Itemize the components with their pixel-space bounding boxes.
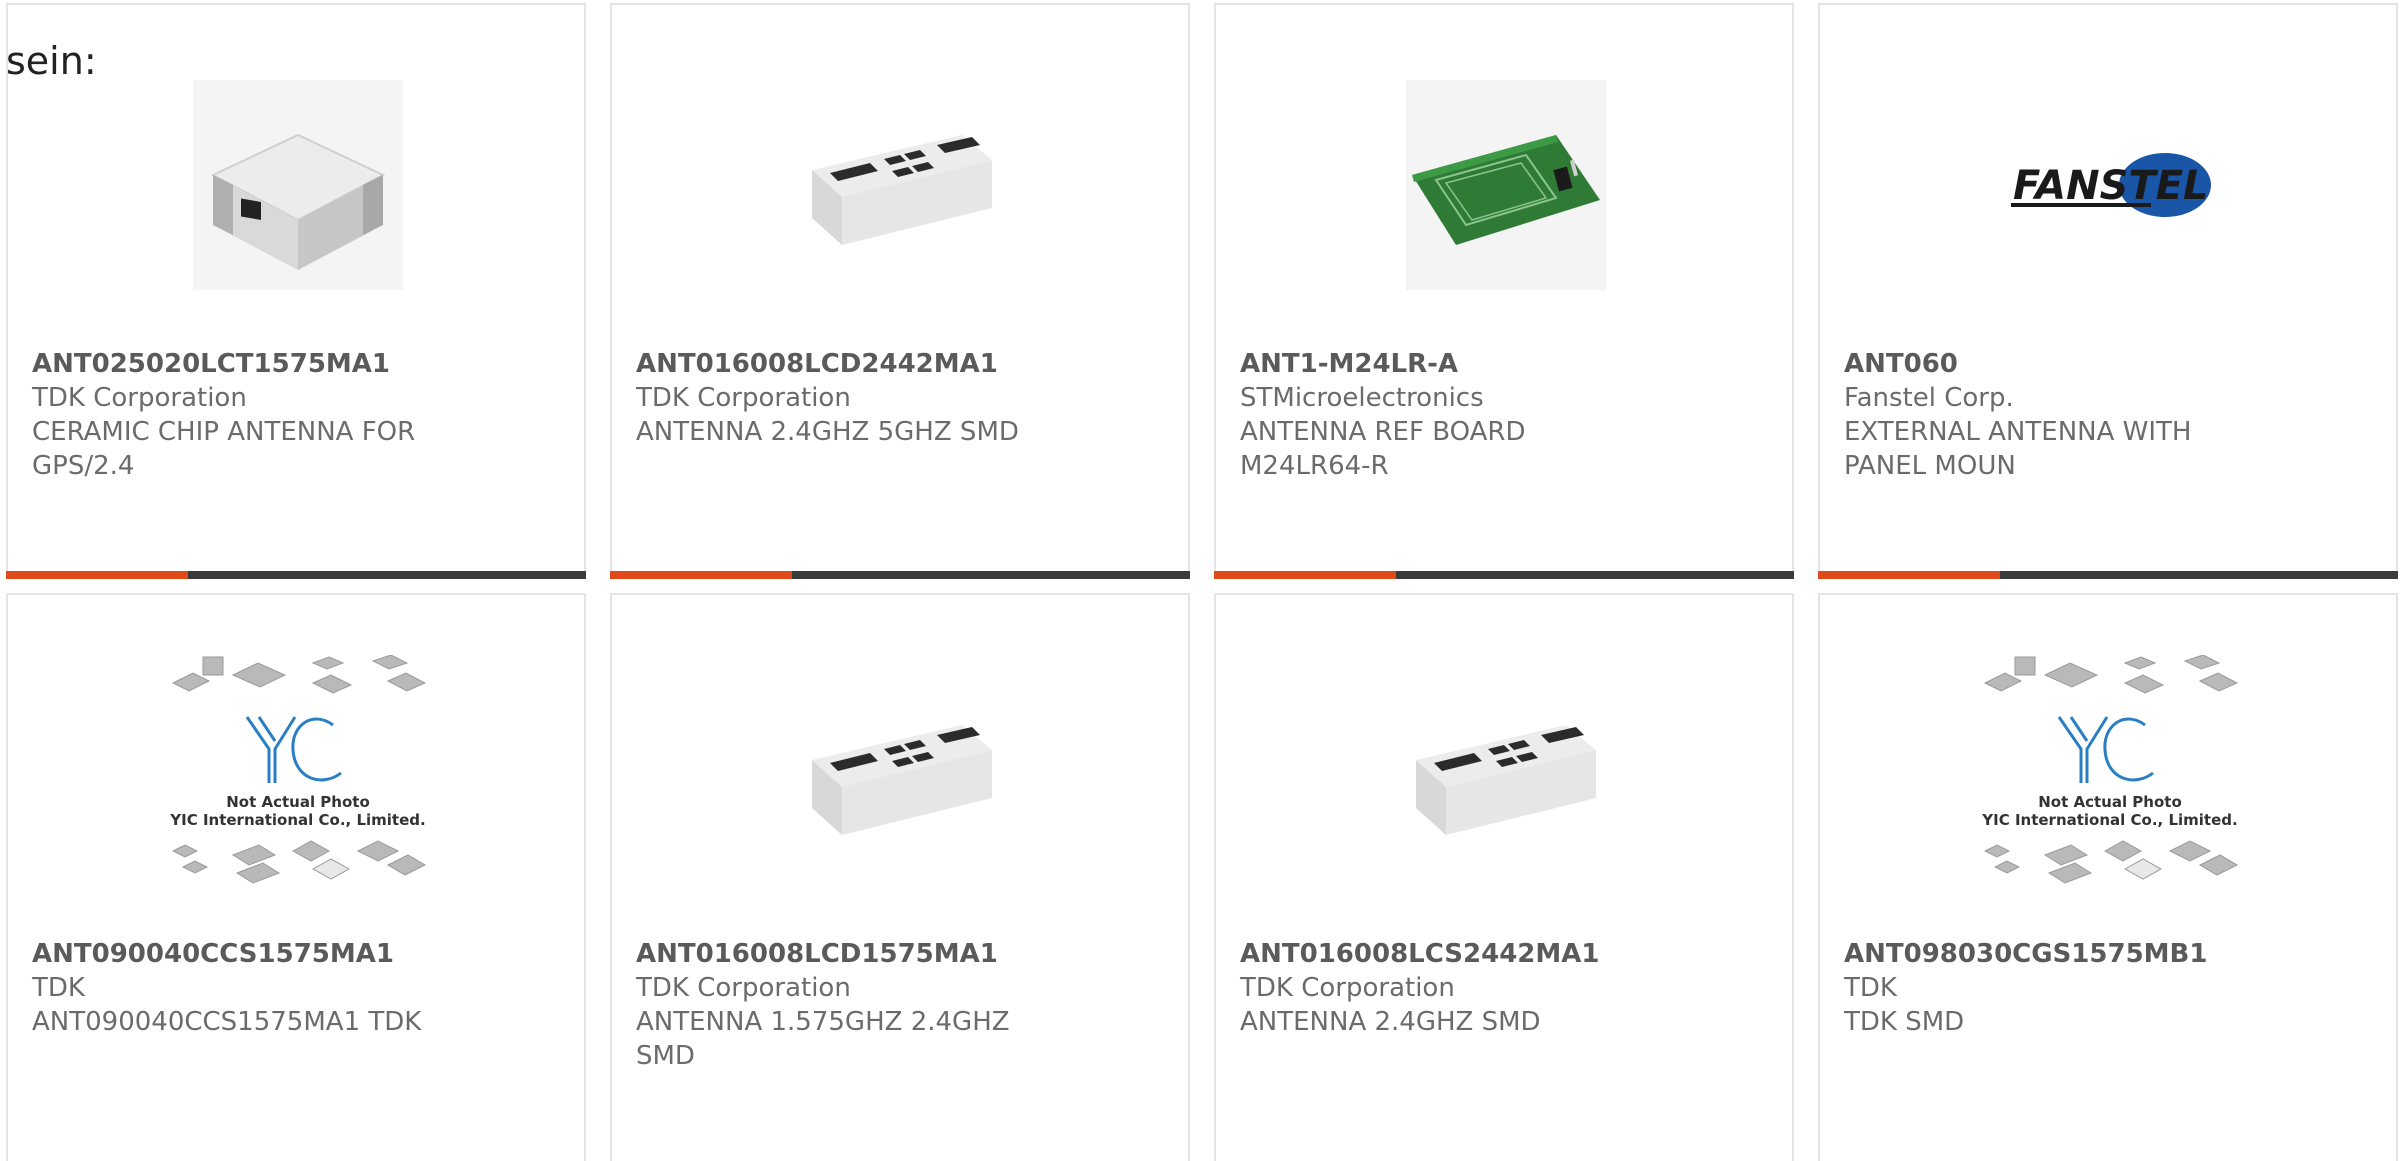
product-listing-page: sein: ANT025020LCT1575MA1 TDK Corporatio…	[0, 0, 2400, 1161]
product-description: ANTENNA 2.4GHZ 5GHZ SMD	[636, 417, 1019, 447]
placeholder-company: YIC International Co., Limited.	[1981, 811, 2237, 829]
product-description: EXTERNAL ANTENNA WITH PANEL MOUN	[1844, 417, 2192, 481]
product-card[interactable]: FANSTEL ANT060 Fanstel Corp. EXTERNAL AN…	[1818, 3, 2398, 579]
fanstel-logo-image: FANSTEL	[1960, 65, 2260, 305]
product-card[interactable]: ANT1-M24LR-A STMicroelectronics ANTENNA …	[1214, 3, 1794, 579]
yic-placeholder-image: Not Actual Photo YIC International Co., …	[1960, 655, 2260, 895]
manufacturer-name: TDK Corporation	[636, 383, 851, 413]
part-number[interactable]: ANT025020LCT1575MA1	[32, 347, 452, 381]
manufacturer-name: TDK	[32, 973, 85, 1003]
card-bar-accent	[1214, 571, 1396, 579]
card-bar-accent	[610, 571, 792, 579]
product-info: ANT016008LCD1575MA1 TDK Corporation ANTE…	[636, 937, 1056, 1073]
product-description: ANTENNA 2.4GHZ SMD	[1240, 1007, 1541, 1037]
product-description: ANTENNA REF BOARD M24LR64-R	[1240, 417, 1526, 481]
manufacturer-name: TDK Corporation	[636, 973, 851, 1003]
product-info: ANT016008LCS2442MA1 TDK Corporation ANTE…	[1240, 937, 1660, 1039]
smd-chip-antenna-image	[752, 655, 1052, 895]
product-description: ANT090040CCS1575MA1 TDK	[32, 1007, 422, 1037]
card-bottom-bar	[1214, 571, 1794, 579]
part-number[interactable]: ANT1-M24LR-A	[1240, 347, 1660, 381]
placeholder-note: Not Actual Photo	[2038, 793, 2182, 811]
product-description: CERAMIC CHIP ANTENNA FOR GPS/2.4	[32, 417, 416, 481]
card-bar-accent	[6, 571, 188, 579]
fanstel-logo-text: FANSTEL	[2013, 163, 2209, 209]
manufacturer-name: Fanstel Corp.	[1844, 383, 2014, 413]
ceramic-chip-antenna-image	[148, 65, 448, 305]
part-number[interactable]: ANT090040CCS1575MA1	[32, 937, 452, 971]
product-info: ANT1-M24LR-A STMicroelectronics ANTENNA …	[1240, 347, 1660, 483]
card-bottom-bar	[610, 571, 1190, 579]
product-card[interactable]: ANT016008LCD1575MA1 TDK Corporation ANTE…	[610, 593, 1190, 1161]
manufacturer-name: TDK	[1844, 973, 1897, 1003]
part-number[interactable]: ANT016008LCD2442MA1	[636, 347, 1056, 381]
part-number[interactable]: ANT016008LCD1575MA1	[636, 937, 1056, 971]
product-info: ANT098030CGS1575MB1 TDK TDK SMD	[1844, 937, 2264, 1039]
manufacturer-name: STMicroelectronics	[1240, 383, 1484, 413]
smd-chip-antenna-image	[1356, 655, 1656, 895]
product-card[interactable]: ANT016008LCD2442MA1 TDK Corporation ANTE…	[610, 3, 1190, 579]
product-info: ANT060 Fanstel Corp. EXTERNAL ANTENNA WI…	[1844, 347, 2264, 483]
placeholder-note: Not Actual Photo	[226, 793, 370, 811]
card-bottom-bar	[1818, 571, 2398, 579]
product-card[interactable]: ANT025020LCT1575MA1 TDK Corporation CERA…	[6, 3, 586, 579]
card-bar-accent	[1818, 571, 2000, 579]
part-number[interactable]: ANT060	[1844, 347, 2264, 381]
product-grid: ANT025020LCT1575MA1 TDK Corporation CERA…	[6, 3, 2398, 1161]
yic-placeholder-image: Not Actual Photo YIC International Co., …	[148, 655, 448, 895]
card-bottom-bar	[6, 571, 586, 579]
part-number[interactable]: ANT016008LCS2442MA1	[1240, 937, 1660, 971]
part-number[interactable]: ANT098030CGS1575MB1	[1844, 937, 2264, 971]
product-info: ANT090040CCS1575MA1 TDK ANT090040CCS1575…	[32, 937, 452, 1039]
product-description: ANTENNA 1.575GHZ 2.4GHZ SMD	[636, 1007, 1010, 1071]
product-info: ANT025020LCT1575MA1 TDK Corporation CERA…	[32, 347, 452, 483]
product-info: ANT016008LCD2442MA1 TDK Corporation ANTE…	[636, 347, 1056, 449]
placeholder-company: YIC International Co., Limited.	[169, 811, 425, 829]
product-description: TDK SMD	[1844, 1007, 1965, 1037]
lead-text: sein:	[6, 39, 97, 83]
manufacturer-name: TDK Corporation	[32, 383, 247, 413]
smd-chip-antenna-image	[752, 65, 1052, 305]
product-card[interactable]: ANT016008LCS2442MA1 TDK Corporation ANTE…	[1214, 593, 1794, 1161]
product-card[interactable]: Not Actual Photo YIC International Co., …	[1818, 593, 2398, 1161]
product-card[interactable]: Not Actual Photo YIC International Co., …	[6, 593, 586, 1161]
manufacturer-name: TDK Corporation	[1240, 973, 1455, 1003]
antenna-ref-board-image	[1356, 65, 1656, 305]
